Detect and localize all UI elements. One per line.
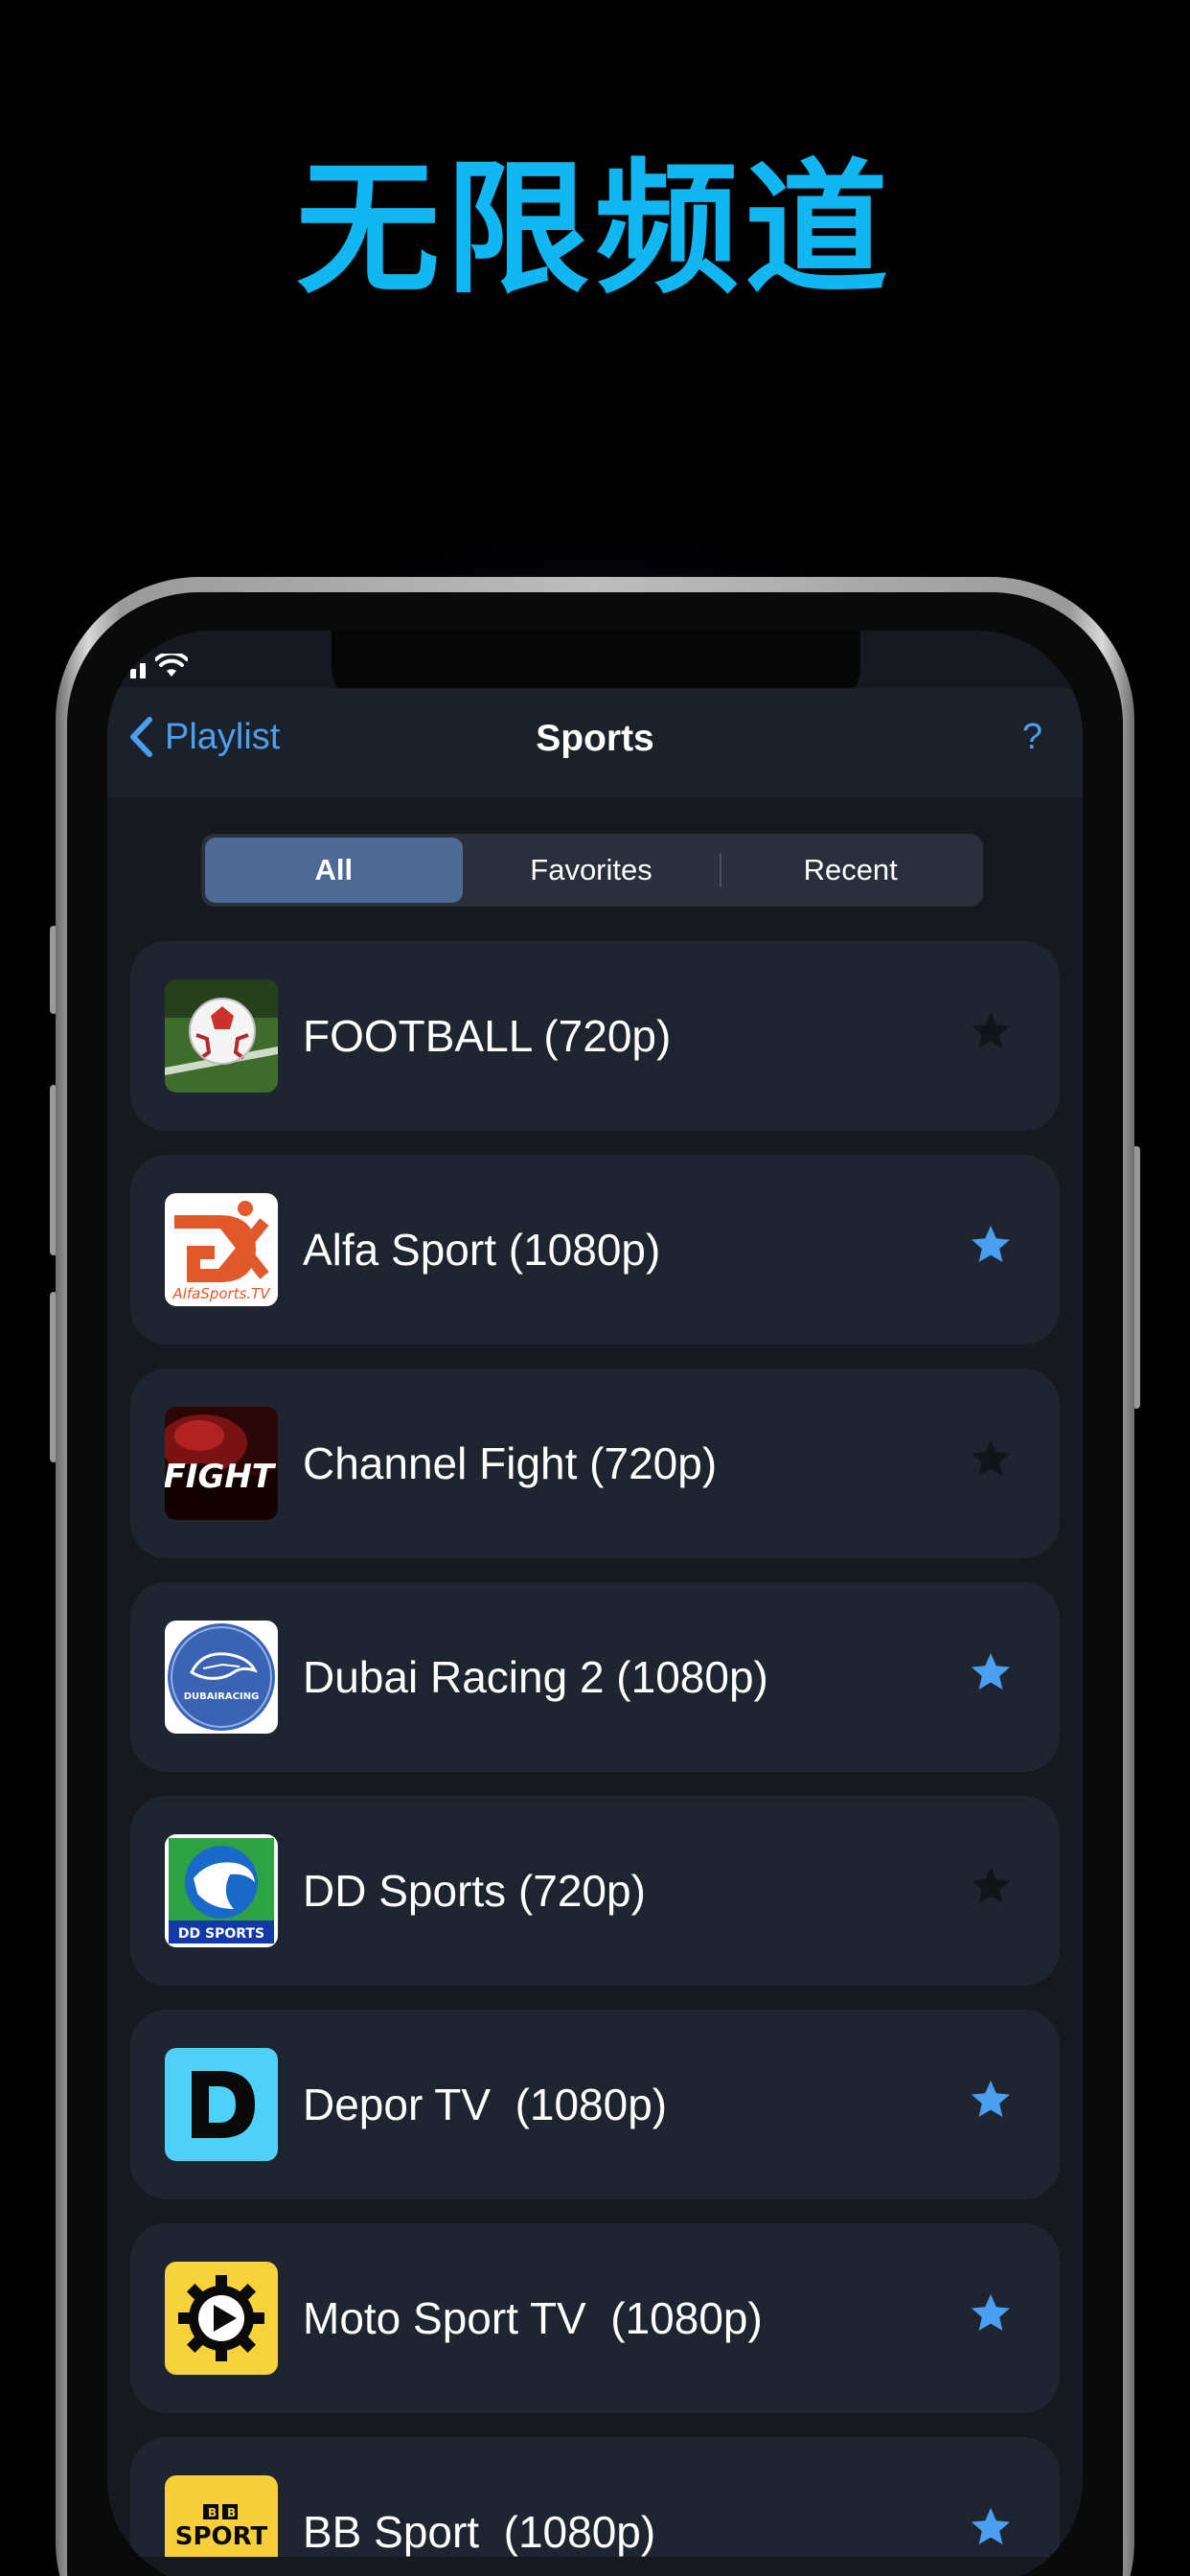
- moto-sport-logo: [165, 2262, 278, 2375]
- channel-row[interactable]: FOOTBALL (720p): [130, 941, 1060, 1131]
- channel-name: DD Sports (720p): [303, 1866, 646, 1916]
- channel-fight-logo-text: FIGHT: [165, 1458, 277, 1496]
- star-icon[interactable]: [968, 2504, 1014, 2550]
- star-icon[interactable]: [968, 2290, 1014, 2336]
- bottom-edge: [107, 2557, 1083, 2576]
- dd-sports-logo-text: DD SPORTS: [178, 1926, 264, 1942]
- bb-sport-logo-text: SPORT: [175, 2522, 268, 2551]
- segment-favorites[interactable]: Favorites: [463, 838, 721, 903]
- svg-text:B: B: [227, 2506, 236, 2519]
- channel-row[interactable]: AlfaSports.TV Alfa Sport (1080p): [130, 1155, 1060, 1345]
- channel-row[interactable]: DD SPORTS DD Sports (720p): [130, 1796, 1060, 1986]
- channel-row[interactable]: FIGHT Channel Fight (720p): [130, 1368, 1060, 1558]
- cellular-signal-icon: [130, 663, 146, 678]
- channel-name: Depor TV (1080p): [303, 2080, 668, 2129]
- channel-name: BB Sport (1080p): [303, 2507, 656, 2557]
- channel-name: Moto Sport TV (1080p): [303, 2293, 763, 2343]
- wifi-icon: [155, 654, 188, 677]
- navigation-bar: Playlist Sports ?: [107, 688, 1083, 797]
- channel-name: FOOTBALL (720p): [303, 1011, 672, 1061]
- star-icon[interactable]: [968, 1649, 1014, 1695]
- dd-sports-logo: DD SPORTS: [165, 1834, 278, 1947]
- channel-row[interactable]: Moto Sport TV (1080p): [130, 2223, 1060, 2413]
- depor-tv-logo: [165, 2048, 278, 2161]
- page-title: Sports: [536, 718, 654, 759]
- star-icon[interactable]: [968, 1222, 1014, 1268]
- dubai-racing-logo: DUBAIRACING: [165, 1621, 278, 1734]
- segment-recent[interactable]: Recent: [721, 838, 979, 903]
- star-icon[interactable]: [968, 1436, 1014, 1482]
- alfa-sport-logo: AlfaSports.TV: [165, 1193, 278, 1306]
- channel-name: Dubai Racing 2 (1080p): [303, 1652, 768, 1702]
- channel-name: Channel Fight (720p): [303, 1438, 718, 1488]
- channel-name: Alfa Sport (1080p): [303, 1225, 661, 1275]
- alfa-sport-logo-text: AlfaSports.TV: [172, 1285, 271, 1302]
- app-screen: Playlist Sports ? All Favorites Recent F…: [107, 631, 1083, 2576]
- filter-segmented-control: All Favorites Recent: [201, 834, 983, 907]
- status-bar: [130, 640, 188, 678]
- star-icon[interactable]: [968, 1008, 1014, 1054]
- channel-row[interactable]: DUBAIRACING Dubai Racing 2 (1080p): [130, 1582, 1060, 1772]
- channel-list: FOOTBALL (720p) AlfaSports.TV Alfa Sport…: [130, 941, 1060, 2576]
- channel-fight-logo: FIGHT: [165, 1407, 278, 1520]
- svg-text:B: B: [208, 2506, 217, 2519]
- help-button[interactable]: ?: [1022, 713, 1042, 761]
- promo-headline: 无限频道: [295, 147, 894, 313]
- football-logo: [165, 979, 278, 1092]
- dubai-racing-logo-text: DUBAIRACING: [184, 1691, 260, 1702]
- channel-row[interactable]: Depor TV (1080p): [130, 2010, 1060, 2199]
- star-icon[interactable]: [968, 1863, 1014, 1909]
- star-icon[interactable]: [968, 2077, 1014, 2123]
- segment-all[interactable]: All: [205, 838, 463, 903]
- channel-row[interactable]: B B SPORT BB Sport (1080p): [130, 2437, 1060, 2576]
